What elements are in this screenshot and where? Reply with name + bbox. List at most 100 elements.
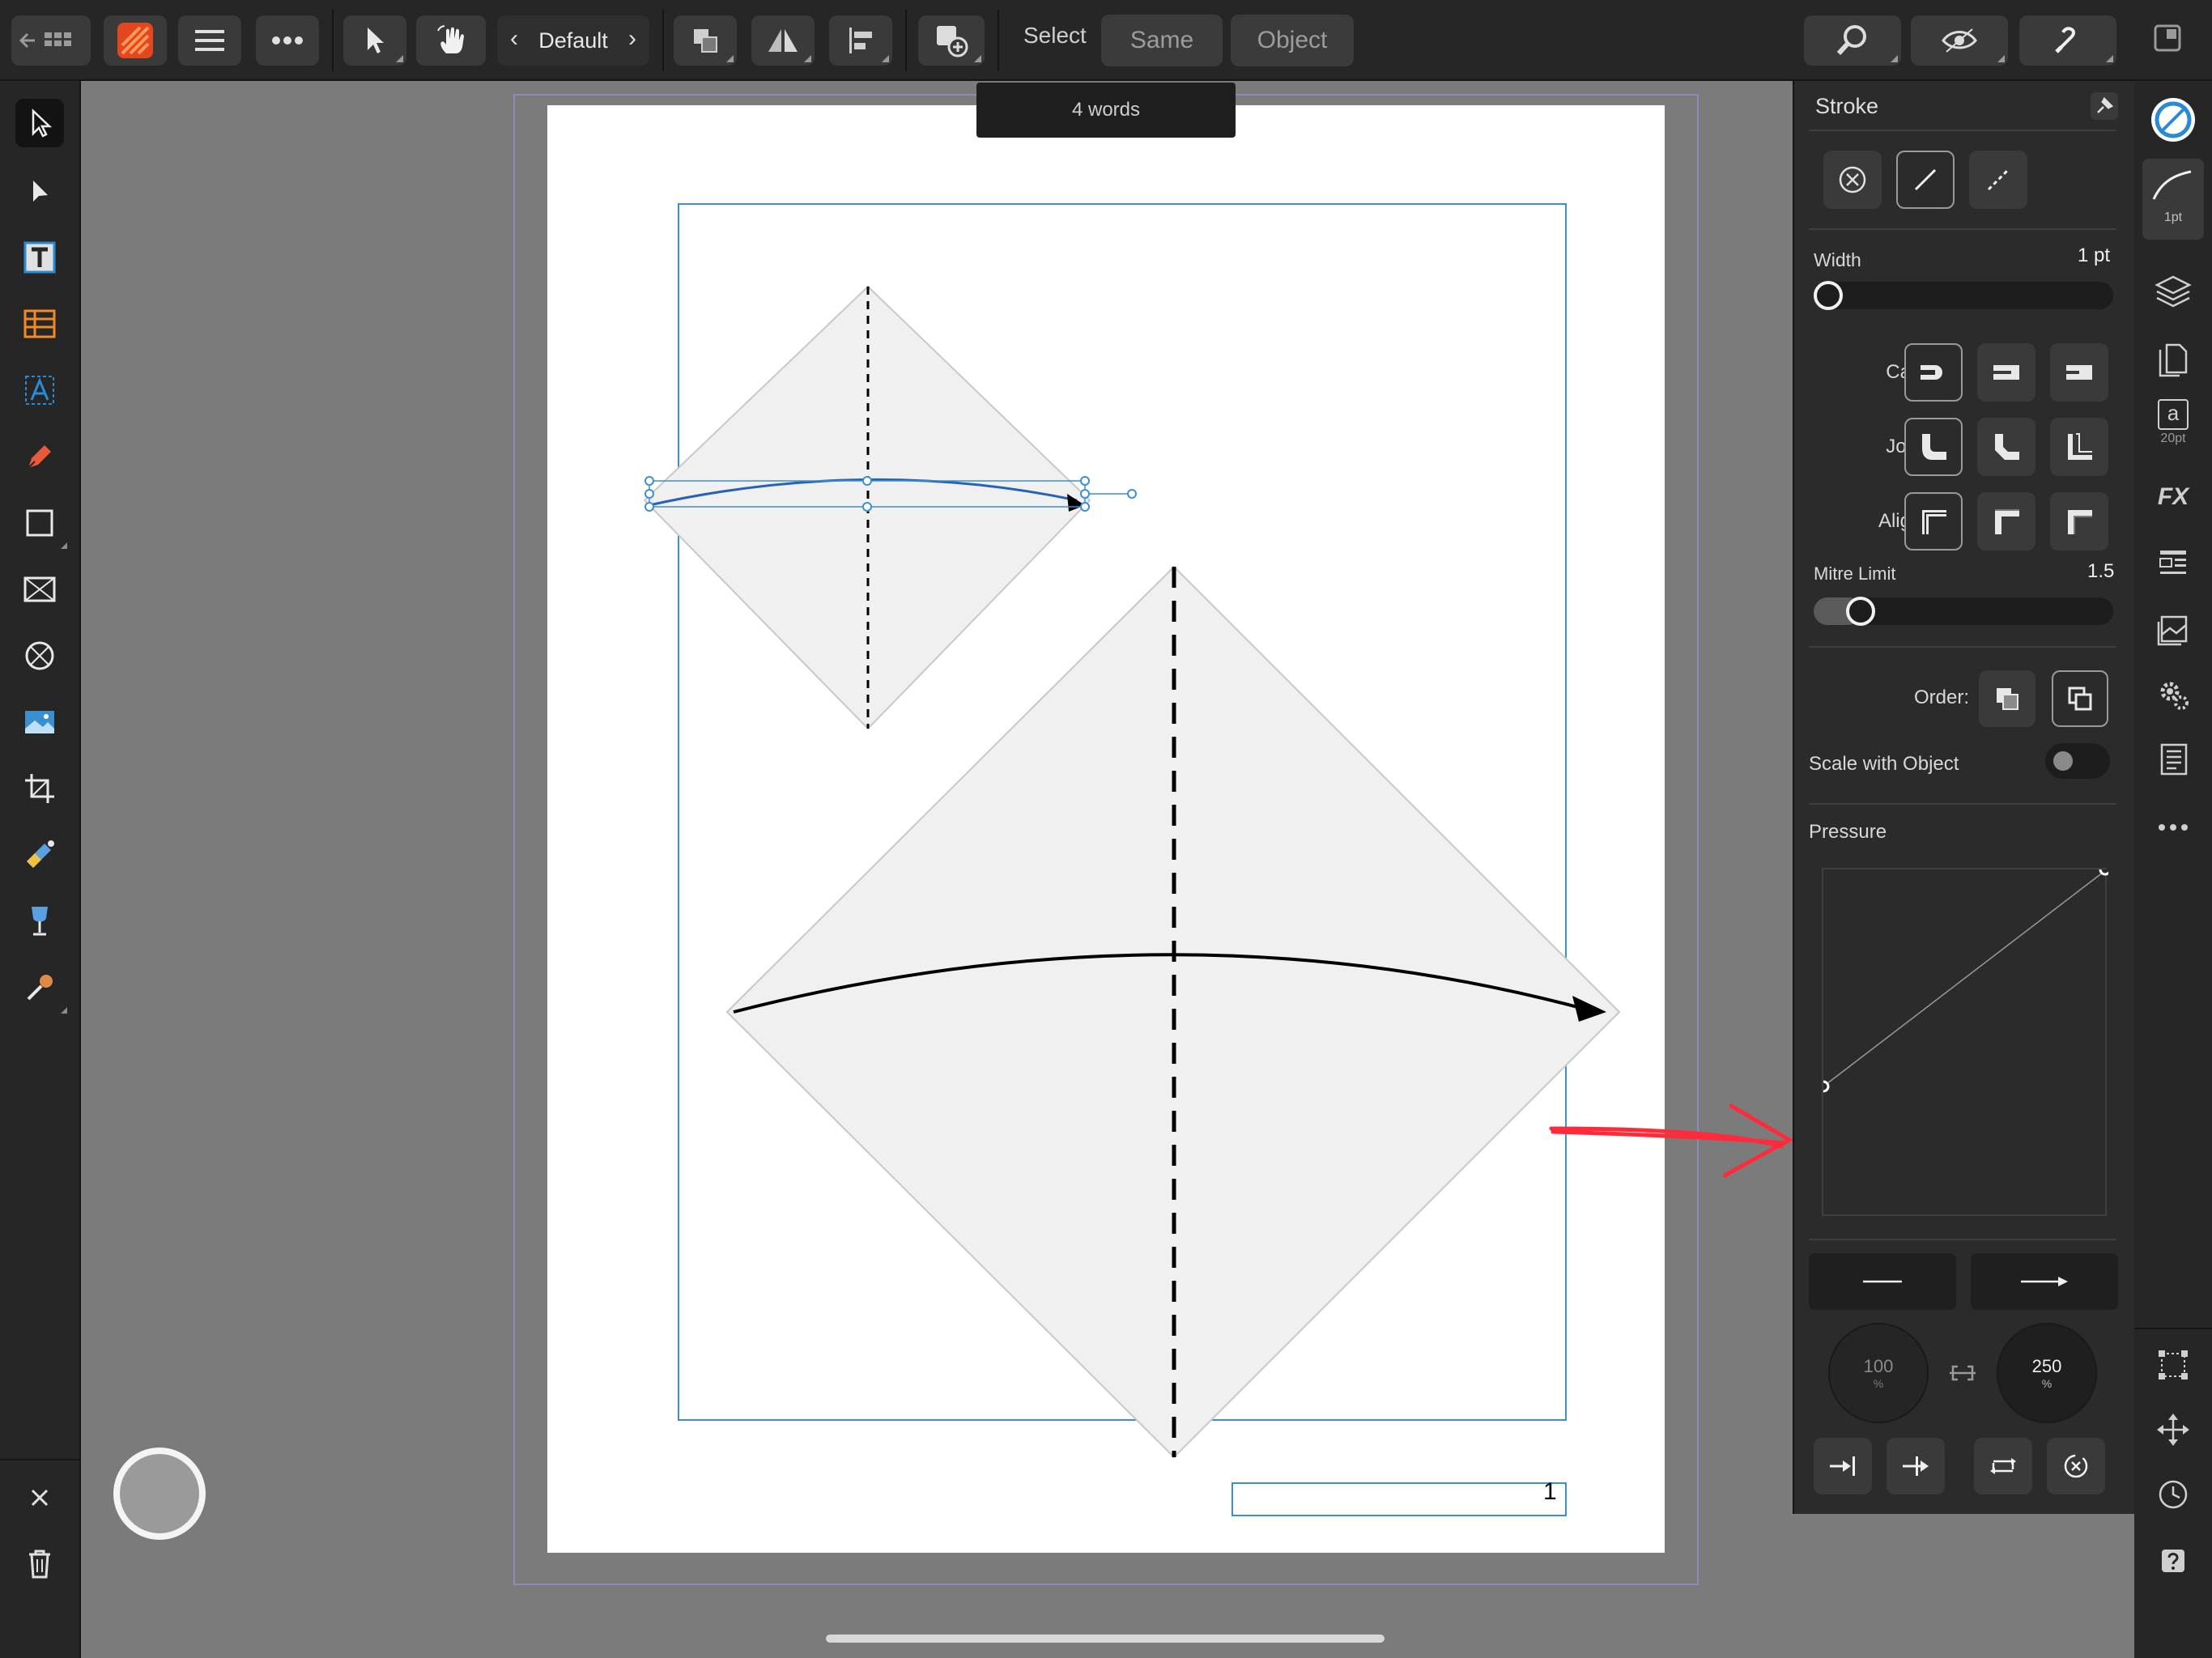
select-object-button[interactable]: Object	[1231, 15, 1354, 66]
view-mode-button[interactable]	[1911, 15, 2008, 66]
mitre-limit-value[interactable]: 1.5	[2087, 560, 2114, 583]
resources-studio-tab[interactable]	[2149, 606, 2197, 654]
help-button[interactable]	[2149, 1537, 2197, 1585]
arrange-button[interactable]	[674, 15, 737, 66]
width-slider[interactable]	[1814, 281, 2113, 310]
pen-tool[interactable]	[15, 432, 64, 481]
menu-button[interactable]	[178, 15, 241, 66]
join-bevel-button[interactable]	[2050, 418, 2108, 476]
chevron-right-icon[interactable]: ›	[628, 25, 636, 53]
transform-studio-tab[interactable]	[2149, 1341, 2197, 1389]
cap-projecting-icon	[2066, 365, 2092, 380]
mitre-slider-knob[interactable]	[1846, 597, 1875, 626]
insert-button[interactable]	[918, 15, 985, 66]
join-round-button[interactable]	[1977, 418, 2035, 476]
chevron-left-icon[interactable]: ‹	[510, 25, 518, 53]
end-arrowhead-button[interactable]	[1971, 1253, 2118, 1310]
navigator-studio-tab[interactable]	[2149, 1405, 2197, 1454]
select-same-button[interactable]: Same	[1101, 15, 1223, 66]
window-toggle-button[interactable]	[2150, 21, 2193, 60]
width-slider-knob[interactable]	[1814, 281, 1843, 310]
publisher-persona-button[interactable]	[104, 15, 167, 66]
delete-button[interactable]	[15, 1540, 64, 1588]
align-button[interactable]	[829, 15, 892, 66]
hamburger-icon	[195, 30, 224, 51]
pages-studio-tab[interactable]	[2149, 334, 2197, 382]
hover-control-button[interactable]	[113, 1448, 206, 1540]
stroke-behind-fill-button[interactable]	[1979, 670, 2035, 727]
reset-icon	[2064, 1454, 2088, 1478]
scale-with-object-toggle[interactable]	[2045, 743, 2110, 779]
pressure-end-node[interactable]	[2099, 869, 2108, 876]
fx-icon: FX	[2157, 483, 2189, 510]
rectangle-tool[interactable]	[15, 499, 67, 549]
align-outside-button[interactable]	[2050, 492, 2108, 551]
align-inside-button[interactable]	[1977, 492, 2035, 551]
text-styles-studio-tab[interactable]: a 20pt	[2149, 398, 2197, 447]
paragraph-icon	[2159, 551, 2186, 574]
pressure-start-node[interactable]	[1823, 1080, 1830, 1093]
arrow-end-icon	[2021, 1277, 2068, 1286]
end-scale-dial[interactable]: 250 %	[1997, 1323, 2097, 1423]
mitre-limit-slider[interactable]	[1814, 597, 2113, 626]
color-studio-tab[interactable]	[2149, 96, 2197, 144]
reset-arrowheads-button[interactable]	[2047, 1438, 2105, 1494]
stroke-studio-tab[interactable]: 1pt	[2142, 159, 2204, 240]
touch-gesture-button[interactable]	[416, 15, 486, 66]
picture-frame-tool[interactable]	[15, 565, 64, 614]
stroke-front-fill-button[interactable]	[2052, 670, 2108, 727]
context-switcher[interactable]: ‹ Default ›	[497, 15, 649, 66]
effects-studio-tab[interactable]: FX	[2149, 473, 2197, 521]
stroke-dash-button[interactable]	[1969, 151, 2027, 209]
arrow-to-bar-icon	[1830, 1456, 1855, 1476]
link-scale-button[interactable]	[1946, 1360, 1979, 1386]
fill-tool[interactable]	[15, 831, 64, 879]
place-image-tool[interactable]	[15, 698, 64, 746]
join-miter-button[interactable]	[1904, 418, 1963, 476]
ellipse-frame-tool[interactable]	[15, 631, 64, 680]
text-flow-studio-tab[interactable]	[2149, 735, 2197, 784]
table-tool[interactable]	[15, 300, 64, 348]
document-page[interactable]	[547, 105, 1665, 1553]
align-center-button[interactable]	[1904, 492, 1963, 551]
crop-tool[interactable]	[15, 764, 64, 813]
stroke-solid-button[interactable]	[1896, 151, 1955, 209]
pages-icon	[2159, 343, 2188, 377]
snapping-button[interactable]	[2019, 15, 2116, 66]
zoom-button[interactable]	[1804, 15, 1901, 66]
layers-studio-tab[interactable]	[2149, 267, 2197, 316]
join-miter-icon	[2068, 433, 2092, 460]
eye-icon	[1942, 28, 1977, 53]
arrowhead-position-center-button[interactable]	[1887, 1438, 1945, 1494]
align-center-icon	[1922, 510, 1946, 534]
history-studio-tab[interactable]	[2149, 1470, 2197, 1519]
frame-text-tool[interactable]	[15, 233, 64, 282]
arrowhead-position-inside-button[interactable]	[1814, 1438, 1872, 1494]
settings-studio-tab[interactable]	[2149, 670, 2197, 719]
pin-panel-button[interactable]	[2091, 92, 2118, 120]
cap-square-button[interactable]	[2050, 343, 2108, 402]
transform-button[interactable]	[751, 15, 815, 66]
text-frame-studio-tab[interactable]	[2149, 539, 2197, 588]
pressure-graph[interactable]	[1822, 868, 2108, 1216]
color-picker-tool[interactable]	[15, 963, 67, 1014]
start-scale-dial[interactable]: 100 %	[1828, 1323, 1929, 1423]
move-tool[interactable]	[15, 99, 64, 147]
word-count-toast: 4 words	[976, 83, 1236, 138]
text-style-badge: 20pt	[2160, 432, 2186, 445]
artistic-text-tool[interactable]	[15, 366, 64, 414]
stroke-curve-icon	[2152, 170, 2192, 200]
node-tool[interactable]	[15, 167, 64, 215]
start-arrowhead-button[interactable]	[1809, 1253, 1956, 1310]
more-options-button[interactable]	[256, 15, 319, 66]
move-tool-mode-button[interactable]	[343, 15, 406, 66]
more-studios-button[interactable]	[2149, 803, 2197, 852]
cap-butt-button[interactable]	[1904, 343, 1963, 402]
stroke-none-button[interactable]	[1823, 151, 1882, 209]
cap-round-button[interactable]	[1977, 343, 2035, 402]
swap-arrowheads-button[interactable]	[1974, 1438, 2032, 1494]
transparency-tool[interactable]	[15, 897, 64, 946]
back-to-home-button[interactable]	[11, 15, 91, 66]
width-value[interactable]: 1 pt	[2078, 244, 2110, 267]
deselect-button[interactable]	[15, 1473, 64, 1522]
